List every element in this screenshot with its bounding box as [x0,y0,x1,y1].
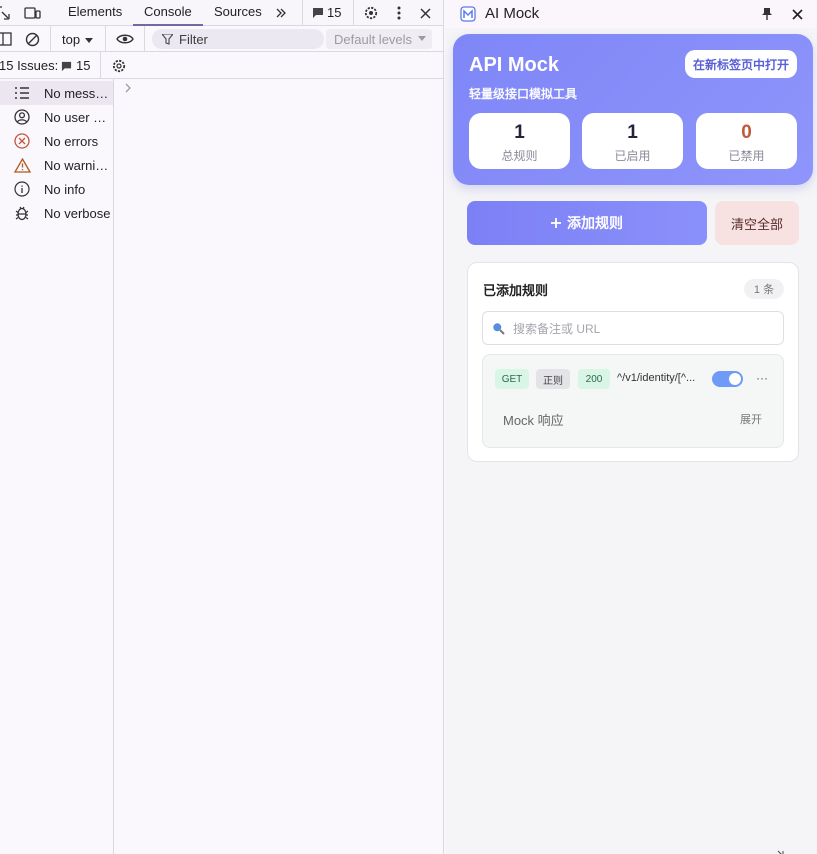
toolbar-divider [105,26,106,52]
sidebar-item-label: No info [44,181,86,197]
status-code-badge: 200 [578,369,610,389]
issues-flag-icon[interactable] [60,60,72,72]
pin-icon[interactable] [761,7,775,21]
devtools-panel: Elements Console Sources 15 top Filter D… [0,0,444,854]
issues-count[interactable]: 15 [76,58,90,73]
stat-total-rules: 1 总规则 [469,113,570,169]
add-rule-label: 添加规则 [567,215,623,231]
stat-value: 1 [514,122,525,143]
ai-mock-logo-icon [460,6,476,22]
bug-icon [0,205,44,221]
filter-funnel-icon [162,33,173,45]
stat-disabled-rules: 0 已禁用 [696,113,797,169]
info-icon [0,181,44,197]
rules-section-title: 已添加规则 [483,283,549,298]
mock-response-label: Mock 响应 [503,413,564,428]
plus-icon [551,215,561,231]
sidebar-item-errors[interactable]: No errors [0,129,113,153]
levels-label: Default levels [334,31,413,47]
panel-title: AI Mock [485,5,540,22]
ai-mock-panel: AI Mock API Mock 轻量级接口模拟工具 在新标签页中打开 1 总规… [445,0,817,854]
hero-subtitle: 轻量级接口模拟工具 [469,87,578,101]
stats-hero-card: API Mock 轻量级接口模拟工具 在新标签页中打开 1 总规则 1 已启用 … [453,34,813,185]
list-icon [0,87,44,99]
rule-url-pattern: ^/v1/identity/[^... [617,372,696,384]
hero-title: API Mock [469,54,560,76]
search-icon [492,322,505,338]
expand-link[interactable]: 展开 [740,411,762,427]
stat-label: 已启用 [614,149,651,163]
stat-enabled-rules: 1 已启用 [582,113,683,169]
context-label: top [62,31,81,47]
tabbar-divider [353,0,354,26]
live-expression-eye-icon[interactable] [115,30,135,48]
rule-more-menu-icon[interactable]: ··· [755,369,769,389]
search-input[interactable] [513,319,773,339]
sidebar-toggle-icon[interactable] [0,31,13,47]
more-tabs-icon[interactable] [272,3,290,23]
console-toolbar: top Filter Default levels [0,26,443,52]
dropdown-arrow-icon [418,36,427,42]
toolbar-divider [50,26,51,52]
context-selector[interactable]: top [55,30,94,48]
rules-search-field[interactable] [482,311,784,345]
error-icon [0,133,44,149]
tab-sources[interactable]: Sources [203,0,273,26]
sidebar-item-label: No warnings [44,157,112,173]
filter-input[interactable]: Filter [152,29,324,49]
filter-placeholder: Filter [179,31,208,47]
issues-bar: 15 Issues: 15 [0,52,443,79]
stat-value: 0 [741,122,752,143]
stat-value: 1 [627,122,638,143]
dropdown-arrow-icon [85,32,94,47]
tab-elements[interactable]: Elements [57,0,133,26]
add-rule-button[interactable]: 添加规则 [467,201,707,245]
sidebar-item-verbose[interactable]: No verbose [0,201,113,225]
rules-count-badge: 1 条 [744,279,784,299]
settings-gear-icon[interactable] [362,3,380,23]
rule-item[interactable]: GET 正则 200 ^/v1/identity/[^... ··· Mock … [482,354,784,448]
inspect-element-icon[interactable] [0,4,12,22]
sidebar-item-label: No user messages [44,109,112,125]
warning-icon [0,157,44,173]
devtools-tabbar: Elements Console Sources 15 [0,0,443,26]
sidebar-item-info[interactable]: No info [0,177,113,201]
issues-flag-icon[interactable] [311,6,325,20]
stat-label: 已禁用 [728,149,765,163]
console-prompt-chevron-icon[interactable] [124,82,132,97]
log-levels-dropdown[interactable]: Default levels [326,29,432,49]
sidebar-item-messages[interactable]: No messages [0,81,113,105]
stat-label: 总规则 [501,149,538,163]
sidebar-item-label: No messages [44,85,112,101]
issues-label[interactable]: 15 Issues: [0,58,58,73]
close-panel-icon[interactable] [792,8,804,20]
method-badge: GET [495,369,529,389]
sidebar-item-label: No errors [44,133,99,149]
toolbar-divider [144,26,145,52]
sidebar-item-warnings[interactable]: No warnings [0,153,113,177]
console-sidebar: No messages No user messages No errors N… [0,79,114,854]
rule-enabled-toggle[interactable] [712,371,743,387]
panel-titlebar: AI Mock [445,0,817,28]
sidebar-item-user-messages[interactable]: No user messages [0,105,113,129]
close-devtools-icon[interactable] [417,3,433,23]
resize-corner-icon[interactable] [777,846,785,854]
rules-list-card: 已添加规则 1 条 GET 正则 200 ^/v1/identity/[^...… [467,262,799,462]
user-icon [0,109,44,125]
clear-all-button[interactable]: 清空全部 [715,201,799,245]
issues-badge-count[interactable]: 15 [327,5,341,20]
sidebar-item-label: No verbose [44,205,111,221]
kebab-menu-icon[interactable] [392,3,406,23]
open-in-new-tab-button[interactable]: 在新标签页中打开 [685,50,797,78]
toolbar-divider [100,52,101,79]
match-type-badge: 正则 [536,369,570,389]
console-settings-gear-icon[interactable] [110,57,128,75]
tabbar-divider [302,0,303,26]
tab-console[interactable]: Console [133,0,203,26]
clear-console-icon[interactable] [23,30,41,48]
device-toolbar-icon[interactable] [22,4,42,22]
